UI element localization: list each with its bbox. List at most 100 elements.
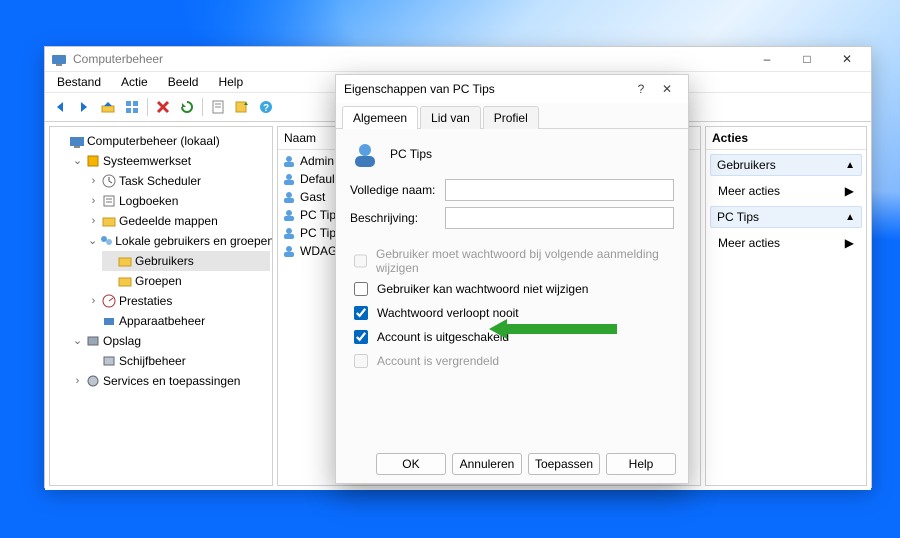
label: Gebruikers (717, 158, 776, 172)
tree-prestaties[interactable]: ›Prestaties (86, 291, 270, 311)
tree-lokale-groepen[interactable]: ⌄Lokale gebruikers en groepen (86, 231, 270, 251)
menu-help[interactable]: Help (214, 73, 247, 91)
export-icon[interactable] (231, 96, 253, 118)
user-icon (282, 226, 296, 240)
tree-task-scheduler[interactable]: ›Task Scheduler (86, 171, 270, 191)
field-fullname: Volledige naam: (350, 179, 674, 201)
tree-gebruikers[interactable]: Gebruikers (102, 251, 270, 271)
menu-action[interactable]: Actie (117, 73, 152, 91)
properties-icon[interactable] (207, 96, 229, 118)
label: Prestaties (119, 292, 172, 310)
label: Account is uitgeschakeld (377, 330, 509, 344)
user-icon (282, 172, 296, 186)
label: Opslag (103, 332, 141, 350)
tree-gedeelde-mappen[interactable]: ›Gedeelde mappen (86, 211, 270, 231)
label: Meer acties (718, 184, 780, 198)
dialog-buttons: OK Annuleren Toepassen Help (336, 453, 688, 475)
account-disabled-checkbox[interactable] (354, 330, 368, 344)
description-input[interactable] (445, 207, 674, 229)
dialog-tabs: Algemeen Lid van Profiel (336, 105, 688, 129)
dialog-close-button[interactable]: ✕ (654, 77, 680, 101)
field-description: Beschrijving: (350, 207, 674, 229)
tree-opslag[interactable]: ⌄Opslag (70, 331, 270, 351)
user-icon (282, 244, 296, 258)
help-button[interactable]: Help (606, 453, 676, 475)
titlebar: Computerbeheer – □ ✕ (45, 47, 871, 71)
check-locked: Account is vergrendeld (350, 351, 674, 371)
label: Systeemwerkset (103, 152, 191, 170)
label: PC Tips (717, 210, 759, 224)
label: Wachtwoord verloopt nooit (377, 306, 519, 320)
tree-apparaatbeheer[interactable]: Apparaatbeheer (86, 311, 270, 331)
app-icon (51, 51, 67, 67)
apply-button[interactable]: Toepassen (528, 453, 600, 475)
tab-member-of[interactable]: Lid van (420, 106, 481, 129)
dialog-help-button[interactable]: ? (628, 77, 654, 101)
tree: Computerbeheer (lokaal) ⌄Systeemwerkset … (50, 127, 272, 395)
label: Gebruiker kan wachtwoord niet wijzigen (377, 282, 588, 296)
maximize-button[interactable]: □ (787, 47, 827, 71)
collapse-icon: ▲ (845, 160, 855, 171)
action-group-users[interactable]: Gebruikers ▲ (710, 154, 862, 176)
dialog-body: PC Tips Volledige naam: Beschrijving: Ge… (336, 129, 688, 379)
action-more-users[interactable]: Meer acties ▶ (714, 180, 858, 202)
grid-icon[interactable] (121, 96, 143, 118)
user-avatar-icon (350, 139, 380, 169)
user-name: PC Tips (390, 147, 432, 161)
menu-file[interactable]: Bestand (53, 73, 105, 91)
collapse-icon: ▲ (845, 212, 855, 223)
label: Schijfbeheer (119, 352, 186, 370)
cannot-change-checkbox[interactable] (354, 282, 368, 296)
action-more-pctips[interactable]: Meer acties▶ (714, 232, 858, 254)
tab-general[interactable]: Algemeen (342, 106, 418, 129)
user-icon (282, 154, 296, 168)
label: Gebruiker moet wachtwoord bij volgende a… (376, 247, 674, 275)
chevron-right-icon: ▶ (845, 184, 854, 198)
action-group-pctips[interactable]: PC Tips ▲ (710, 206, 862, 228)
fullname-input[interactable] (445, 179, 674, 201)
locked-checkbox (354, 354, 368, 368)
label: Gebruikers (135, 252, 194, 270)
check-account-disabled[interactable]: Account is uitgeschakeld (350, 327, 674, 347)
user-icon (282, 190, 296, 204)
never-expires-checkbox[interactable] (354, 306, 368, 320)
label: Services en toepassingen (103, 372, 240, 390)
refresh-icon[interactable] (176, 96, 198, 118)
tree-groepen[interactable]: Groepen (102, 271, 270, 291)
tab-profile[interactable]: Profiel (483, 106, 539, 129)
tree-systeemwerkset[interactable]: ⌄Systeemwerkset (70, 151, 270, 171)
svg-text:?: ? (263, 103, 269, 114)
help-icon[interactable]: ? (255, 96, 277, 118)
check-cannot-change[interactable]: Gebruiker kan wachtwoord niet wijzigen (350, 279, 674, 299)
must-change-checkbox (354, 254, 367, 268)
label: Apparaatbeheer (119, 312, 205, 330)
tree-logboeken[interactable]: ›Logboeken (86, 191, 270, 211)
up-icon[interactable] (97, 96, 119, 118)
user-header: PC Tips (350, 139, 674, 169)
tree-services[interactable]: ›Services en toepassingen (70, 371, 270, 391)
back-icon[interactable] (49, 96, 71, 118)
label: Gedeelde mappen (119, 212, 218, 230)
label: Logboeken (119, 192, 178, 210)
minimize-button[interactable]: – (747, 47, 787, 71)
label: Admin (300, 152, 334, 170)
description-label: Beschrijving: (350, 211, 445, 225)
check-never-expires[interactable]: Wachtwoord verloopt nooit (350, 303, 674, 323)
delete-icon[interactable] (152, 96, 174, 118)
menu-view[interactable]: Beeld (164, 73, 203, 91)
ok-button[interactable]: OK (376, 453, 446, 475)
fullname-label: Volledige naam: (350, 183, 445, 197)
tree-schijfbeheer[interactable]: Schijfbeheer (86, 351, 270, 371)
label: Lokale gebruikers en groepen (115, 232, 273, 250)
cancel-button[interactable]: Annuleren (452, 453, 522, 475)
tree-pane: Computerbeheer (lokaal) ⌄Systeemwerkset … (49, 126, 273, 486)
dialog-title: Eigenschappen van PC Tips (344, 82, 495, 96)
close-button[interactable]: ✕ (827, 47, 867, 71)
window-title: Computerbeheer (73, 52, 163, 66)
tree-root-label: Computerbeheer (lokaal) (87, 132, 220, 150)
label: Defaul (300, 170, 335, 188)
tree-root[interactable]: Computerbeheer (lokaal) (54, 131, 270, 151)
label: Gast (300, 188, 325, 206)
forward-icon[interactable] (73, 96, 95, 118)
label: Meer acties (718, 236, 780, 250)
